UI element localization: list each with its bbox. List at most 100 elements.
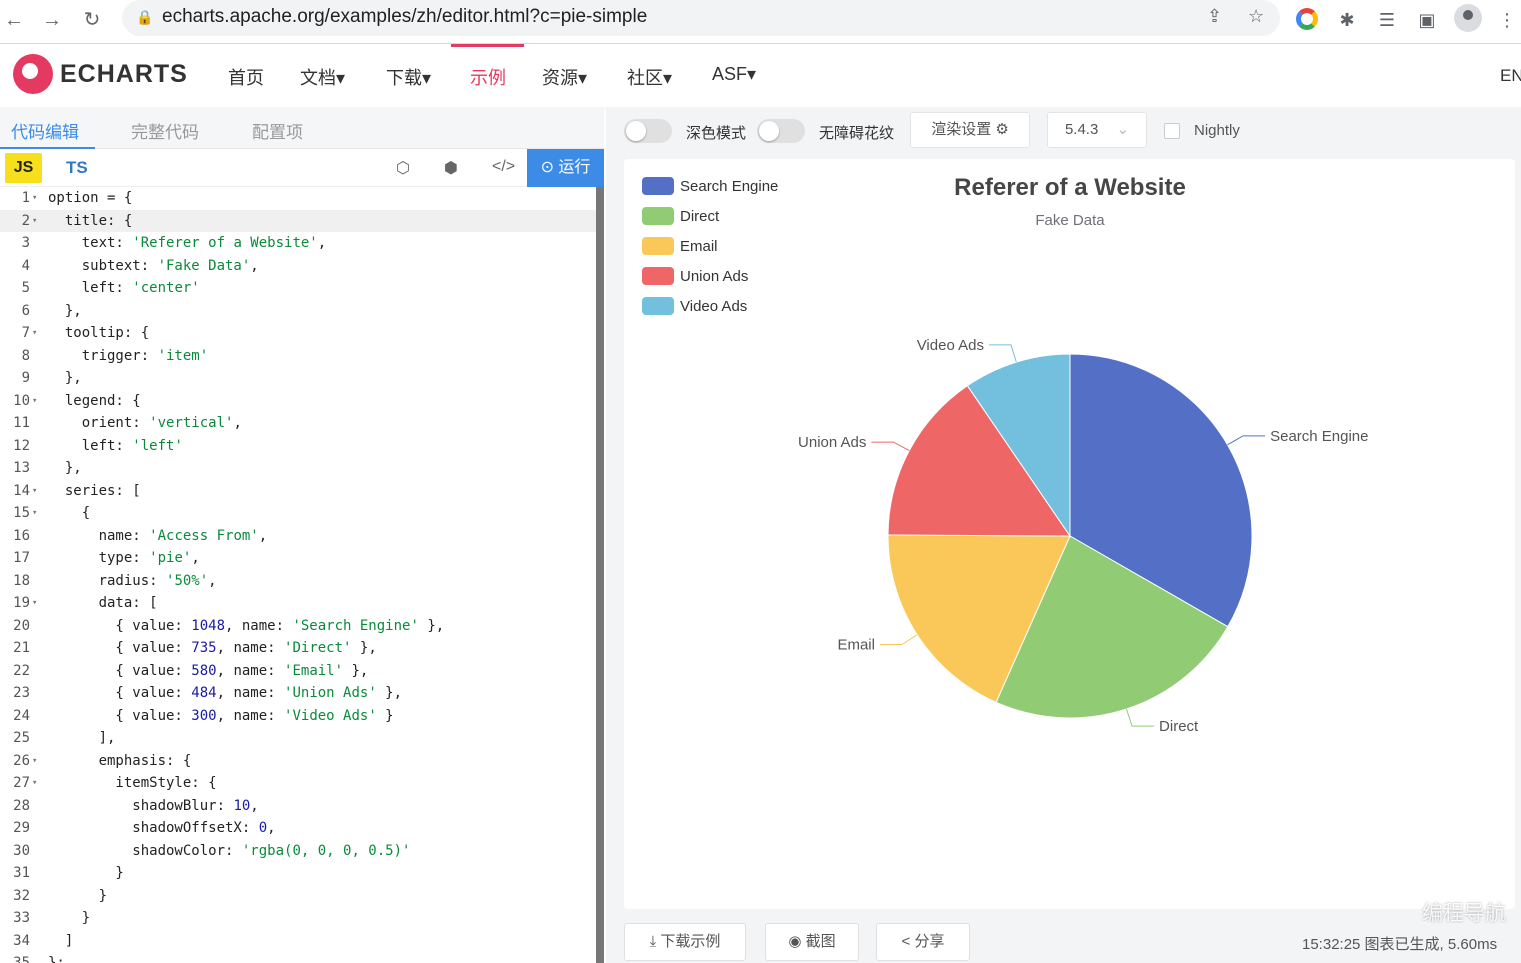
menu-community[interactable]: 社区▾ [627, 64, 672, 90]
code-line[interactable]: 15 ▾ { [0, 502, 596, 525]
tab-full-code[interactable]: 完整代码 [131, 118, 199, 143]
legend-item[interactable]: Union Ads [680, 268, 748, 285]
run-button[interactable]: ⊙ 运行 [527, 149, 604, 187]
menu-examples[interactable]: 示例 [470, 64, 506, 90]
code-line[interactable]: 31 } [0, 862, 596, 885]
code-line[interactable]: 24 { value: 300, name: 'Video Ads' } [0, 705, 596, 728]
code-line[interactable]: 8 trigger: 'item' [0, 345, 596, 368]
accessibility-toggle[interactable] [757, 119, 805, 143]
code-line[interactable]: 19 ▾ data: [ [0, 592, 596, 615]
fold-arrow-icon[interactable]: ▾ [32, 502, 42, 525]
side-panel-icon[interactable]: ▣ [1412, 5, 1442, 35]
menu-kebab-icon[interactable]: ⋮ [1492, 5, 1521, 35]
legend-item[interactable]: Email [680, 238, 718, 255]
code-text[interactable]: }; [48, 952, 65, 963]
code-line[interactable]: 35}; [0, 952, 596, 963]
menu-home[interactable]: 首页 [228, 64, 264, 90]
code-text[interactable]: } [48, 907, 90, 930]
code-text[interactable]: }, [48, 457, 82, 480]
code-text[interactable]: trigger: 'item' [48, 345, 208, 368]
code-text[interactable]: ], [48, 727, 116, 750]
puzzle-extensions-icon[interactable]: ✱ [1332, 5, 1362, 35]
fold-arrow-icon[interactable]: ▾ [32, 210, 42, 233]
address-bar[interactable]: 🔒 echarts.apache.org/examples/zh/editor.… [122, 0, 1280, 36]
menu-download[interactable]: 下载▾ [386, 64, 431, 90]
code-line[interactable]: 33 } [0, 907, 596, 930]
code-line[interactable]: 4 subtext: 'Fake Data', [0, 255, 596, 278]
code-line[interactable]: 21 { value: 735, name: 'Direct' }, [0, 637, 596, 660]
code-line[interactable]: 16 name: 'Access From', [0, 525, 596, 548]
code-text[interactable]: radius: '50%', [48, 570, 217, 593]
tab-options[interactable]: 配置项 [252, 118, 303, 143]
code-line[interactable]: 12 left: 'left' [0, 435, 596, 458]
cube-icon[interactable]: ⬢ [444, 158, 458, 178]
back-icon[interactable]: ← [0, 6, 28, 34]
code-line[interactable]: 2 ▾ title: { [0, 209, 596, 233]
legend-item[interactable]: Search Engine [680, 178, 778, 195]
code-text[interactable]: title: { [48, 210, 132, 233]
code-line[interactable]: 27 ▾ itemStyle: { [0, 772, 596, 795]
editor-scrollbar[interactable] [596, 187, 604, 963]
code-text[interactable]: { value: 300, name: 'Video Ads' } [48, 705, 393, 728]
forward-icon[interactable]: → [38, 6, 66, 34]
code-line[interactable]: 34 ] [0, 930, 596, 953]
code-text[interactable]: name: 'Access From', [48, 525, 268, 548]
code-text[interactable]: subtext: 'Fake Data', [48, 255, 259, 278]
menu-asf[interactable]: ASF▾ [712, 64, 756, 85]
code-text[interactable]: { value: 580, name: 'Email' }, [48, 660, 368, 683]
language-switch[interactable]: EN [1500, 66, 1521, 86]
code-line[interactable]: 13 }, [0, 457, 596, 480]
code-text[interactable]: option = { [48, 187, 132, 210]
reload-icon[interactable]: ↻ [78, 6, 106, 34]
code-text[interactable]: itemStyle: { [48, 772, 216, 795]
ts-language-button[interactable]: TS [66, 158, 88, 178]
render-settings-button[interactable]: 渲染设置 ⚙ [910, 112, 1030, 148]
code-line[interactable]: 23 { value: 484, name: 'Union Ads' }, [0, 682, 596, 705]
menu-docs[interactable]: 文档▾ [300, 64, 345, 90]
code-text[interactable]: shadowOffsetX: 0, [48, 817, 275, 840]
code-line[interactable]: 3 text: 'Referer of a Website', [0, 232, 596, 255]
code-area[interactable]: 1 ▾ option = {2 ▾ title: {3 text: 'Referer … [0, 187, 596, 963]
profile-avatar-icon[interactable] [1454, 4, 1482, 32]
code-line[interactable]: 28 shadowBlur: 10, [0, 795, 596, 818]
code-line[interactable]: 30 shadowColor: 'rgba(0, 0, 0, 0.5)' [0, 840, 596, 863]
format-code-icon[interactable]: ⬡ [396, 158, 410, 178]
code-line[interactable]: 9 }, [0, 367, 596, 390]
code-text[interactable]: text: 'Referer of a Website', [48, 232, 326, 255]
code-line[interactable]: 1 ▾ option = { [0, 187, 596, 210]
legend-swatch[interactable] [642, 237, 674, 255]
code-text[interactable]: ] [48, 930, 73, 953]
tab-code-edit[interactable]: 代码编辑 [11, 118, 79, 143]
fold-arrow-icon[interactable]: ▾ [32, 322, 42, 345]
legend-swatch[interactable] [642, 297, 674, 315]
screenshot-button[interactable]: ◉ 截图 [765, 923, 859, 961]
code-line[interactable]: 29 shadowOffsetX: 0, [0, 817, 596, 840]
code-text[interactable]: }, [48, 300, 82, 323]
fold-arrow-icon[interactable]: ▾ [32, 480, 42, 503]
fold-arrow-icon[interactable]: ▾ [32, 750, 42, 773]
dark-mode-toggle[interactable] [624, 119, 672, 143]
fold-arrow-icon[interactable]: ▾ [32, 390, 42, 413]
code-text[interactable]: shadowBlur: 10, [48, 795, 258, 818]
code-text[interactable]: orient: 'vertical', [48, 412, 242, 435]
code-line[interactable]: 17 type: 'pie', [0, 547, 596, 570]
code-line[interactable]: 6 }, [0, 300, 596, 323]
fold-arrow-icon[interactable]: ▾ [32, 592, 42, 615]
js-language-button[interactable]: JS [5, 153, 42, 183]
url-text[interactable]: echarts.apache.org/examples/zh/editor.ht… [162, 6, 647, 28]
fold-arrow-icon[interactable]: ▾ [32, 187, 42, 210]
code-text[interactable]: legend: { [48, 390, 141, 413]
code-line[interactable]: 14 ▾ series: [ [0, 480, 596, 503]
code-line[interactable]: 11 orient: 'vertical', [0, 412, 596, 435]
code-text[interactable]: emphasis: { [48, 750, 192, 773]
code-line[interactable]: 10 ▾ legend: { [0, 390, 596, 413]
code-line[interactable]: 7 ▾ tooltip: { [0, 322, 596, 345]
code-text[interactable]: { [48, 502, 90, 525]
nightly-checkbox[interactable] [1164, 123, 1180, 139]
code-text[interactable]: }, [48, 367, 82, 390]
legend-item[interactable]: Video Ads [680, 298, 747, 315]
echarts-logo-icon[interactable] [13, 54, 53, 94]
code-text[interactable]: } [48, 885, 107, 908]
code-line[interactable]: 32 } [0, 885, 596, 908]
code-text[interactable]: } [48, 862, 123, 885]
